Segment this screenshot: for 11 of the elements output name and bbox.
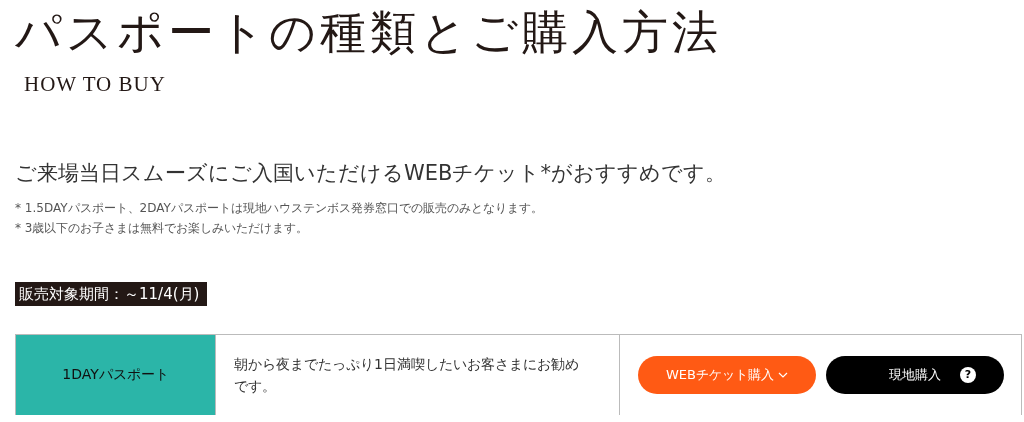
pass-name: 1DAYパスポート — [16, 335, 216, 415]
pass-description: 朝から夜までたっぷり1日満喫したいお客さまにお勧めです。 — [234, 355, 580, 396]
lead-text: ご来場当日スムーズにご入国いただけるWEBチケット*がおすすめです。 — [15, 160, 726, 187]
footnote: * 1.5DAYパスポート、2DAYパスポートは現地ハウステンボス発券窓口での販売のみとなります。 — [15, 201, 543, 215]
chevron-down-icon — [778, 372, 788, 378]
sale-period-label: 販売対象期間：～11/4(月) — [15, 282, 208, 306]
onsite-purchase-button[interactable]: 現地購入 ? — [826, 356, 1004, 394]
footnote: * 3歳以下のお子さまは無料でお楽しみいただけます。 — [15, 221, 309, 235]
page-title: パスポートの種類とご購入方法 — [15, 4, 723, 61]
page-subtitle: HOW TO BUY — [24, 72, 166, 97]
help-icon[interactable]: ? — [960, 367, 976, 383]
